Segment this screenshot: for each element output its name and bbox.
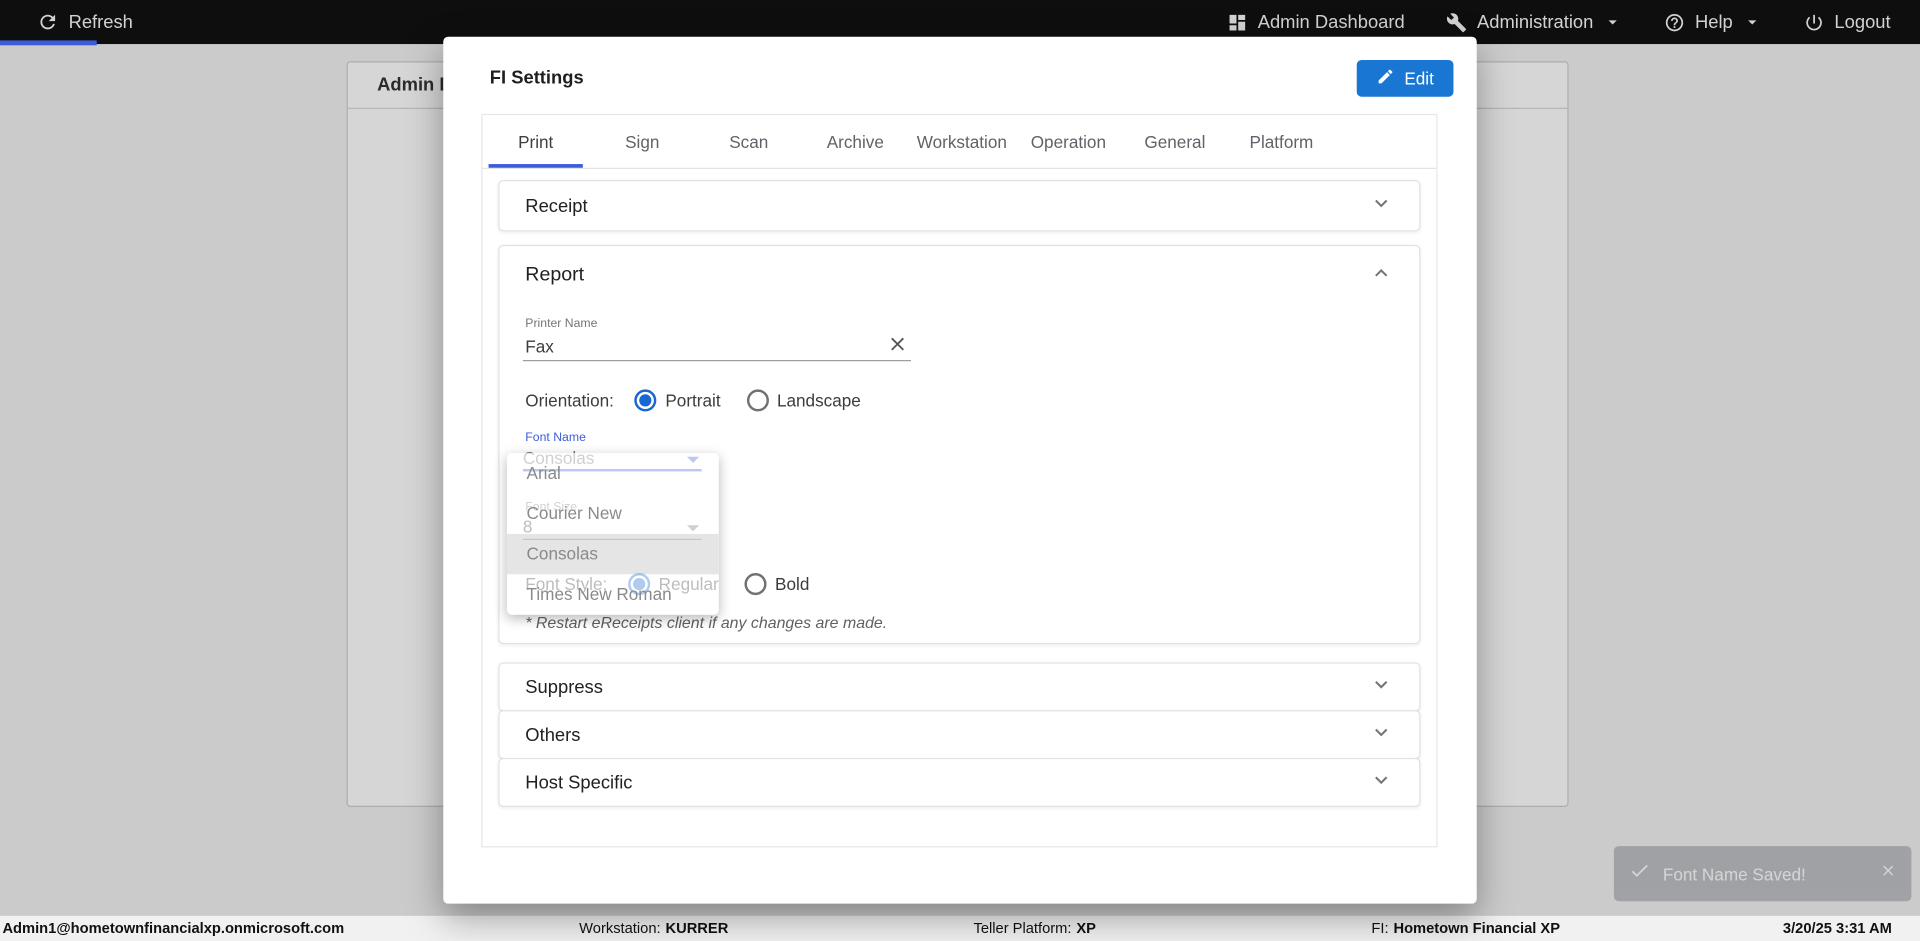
tab-operation[interactable]: Operation <box>1015 115 1122 168</box>
font-option-courier-new[interactable]: Courier New <box>507 493 719 533</box>
statusbar-user: Admin1@hometownfinancialxp.onmicrosoft.c… <box>2 919 345 937</box>
font-option-arial[interactable]: Arial <box>507 453 719 493</box>
section-others-title: Others <box>525 724 581 746</box>
chevron-down-icon <box>1743 12 1763 32</box>
active-nav-indicator <box>0 40 97 46</box>
admin-dashboard-nav[interactable]: Admin Dashboard <box>1227 11 1405 33</box>
orientation-label: Orientation: <box>525 390 614 411</box>
workstation-label: Workstation: <box>579 919 661 937</box>
toast-notification: Font Name Saved! <box>1613 846 1912 902</box>
help-icon <box>1664 12 1685 33</box>
workstation-value: KURRER <box>665 919 729 937</box>
section-report-title: Report <box>525 264 585 286</box>
chevron-down-icon <box>1603 12 1623 32</box>
chevron-down-icon <box>1369 190 1393 221</box>
teller-platform-value: XP <box>1076 919 1096 937</box>
logout-label: Logout <box>1834 11 1891 33</box>
section-host-specific-header[interactable]: Host Specific <box>498 757 1421 807</box>
settings-tab-panel: Print Sign Scan Archive Workstation Oper… <box>481 113 1438 848</box>
edit-button-label: Edit <box>1404 68 1434 89</box>
pencil-icon <box>1376 67 1394 89</box>
printer-name-input[interactable]: Fax <box>525 337 554 357</box>
font-name-dropdown-menu: Arial Courier New Consolas Times New Rom… <box>506 453 719 615</box>
edit-button[interactable]: Edit <box>1356 60 1454 97</box>
font-style-bold-label: Bold <box>775 574 810 594</box>
section-receipt-header[interactable]: Receipt <box>498 180 1421 232</box>
section-others-header[interactable]: Others <box>498 710 1421 760</box>
settings-accordion: Receipt Report Printer Name Fax Orientat… <box>482 169 1436 807</box>
dialog-title: FI Settings <box>489 67 584 89</box>
power-icon <box>1804 12 1825 33</box>
printer-name-label: Printer Name <box>525 317 598 331</box>
screen: Refresh Admin Dashboard Administration H… <box>0 0 1920 941</box>
tab-general[interactable]: General <box>1122 115 1229 168</box>
font-name-label: Font Name <box>525 431 586 445</box>
tab-bar: Print Sign Scan Archive Workstation Oper… <box>482 115 1437 169</box>
fi-label: FI: <box>1371 919 1389 937</box>
fi-settings-dialog: FI Settings Edit Print Sign Scan Archive… <box>443 36 1477 904</box>
help-label: Help <box>1695 11 1733 33</box>
logout-button[interactable]: Logout <box>1804 11 1891 33</box>
tab-scan[interactable]: Scan <box>696 115 803 168</box>
orientation-field: Orientation: Portrait Landscape <box>525 388 861 412</box>
font-option-times-new-roman[interactable]: Times New Roman <box>507 574 719 614</box>
section-report-header[interactable]: Report <box>500 246 1420 305</box>
section-host-specific-title: Host Specific <box>525 772 633 793</box>
wrench-icon <box>1446 12 1467 33</box>
font-option-consolas[interactable]: Consolas <box>506 533 719 575</box>
section-suppress-header[interactable]: Suppress <box>498 662 1421 712</box>
refresh-button[interactable]: Refresh <box>37 11 133 33</box>
teller-platform-label: Teller Platform: <box>973 919 1072 937</box>
statusbar-teller-platform: Teller Platform: XP <box>973 916 1096 940</box>
help-menu[interactable]: Help <box>1664 11 1763 33</box>
tab-archive[interactable]: Archive <box>802 115 909 168</box>
orientation-landscape-label: Landscape <box>776 390 861 411</box>
tab-platform[interactable]: Platform <box>1228 115 1335 168</box>
orientation-portrait-label: Portrait <box>665 390 721 411</box>
restart-note: * Restart eReceipts client if any change… <box>525 613 888 632</box>
chevron-down-icon <box>1369 767 1393 798</box>
report-form: Printer Name Fax Orientation: Portrait L… <box>500 305 1420 643</box>
dashboard-icon <box>1227 12 1248 33</box>
printer-name-underline <box>522 360 912 362</box>
toast-message: Font Name Saved! <box>1662 863 1806 884</box>
administration-label: Administration <box>1476 11 1594 33</box>
refresh-label: Refresh <box>68 11 133 33</box>
section-suppress-title: Suppress <box>525 676 603 698</box>
section-report: Report Printer Name Fax Orientation: Por… <box>498 244 1421 645</box>
administration-menu[interactable]: Administration <box>1446 11 1623 33</box>
chevron-down-icon <box>1369 672 1393 703</box>
orientation-landscape-radio[interactable] <box>746 389 769 412</box>
font-style-bold-radio[interactable] <box>744 573 767 596</box>
refresh-icon <box>37 11 59 33</box>
statusbar-workstation: Workstation: KURRER <box>579 916 728 940</box>
clear-icon[interactable] <box>887 333 909 355</box>
section-receipt-title: Receipt <box>525 195 588 217</box>
statusbar-datetime: 3/20/25 3:31 AM <box>1782 919 1892 937</box>
tab-sign[interactable]: Sign <box>589 115 696 168</box>
statusbar: Admin1@hometownfinancialxp.onmicrosoft.c… <box>0 915 1920 941</box>
tab-workstation[interactable]: Workstation <box>909 115 1016 168</box>
tab-print[interactable]: Print <box>482 115 589 168</box>
chevron-down-icon <box>1369 719 1393 750</box>
orientation-portrait-radio[interactable] <box>634 389 657 412</box>
check-icon <box>1629 860 1651 888</box>
chevron-up-icon <box>1369 260 1393 291</box>
statusbar-fi: FI: Hometown Financial XP <box>1371 916 1560 940</box>
fi-value: Hometown Financial XP <box>1393 919 1561 937</box>
admin-dashboard-label: Admin Dashboard <box>1257 11 1405 33</box>
close-icon[interactable] <box>1880 862 1897 885</box>
